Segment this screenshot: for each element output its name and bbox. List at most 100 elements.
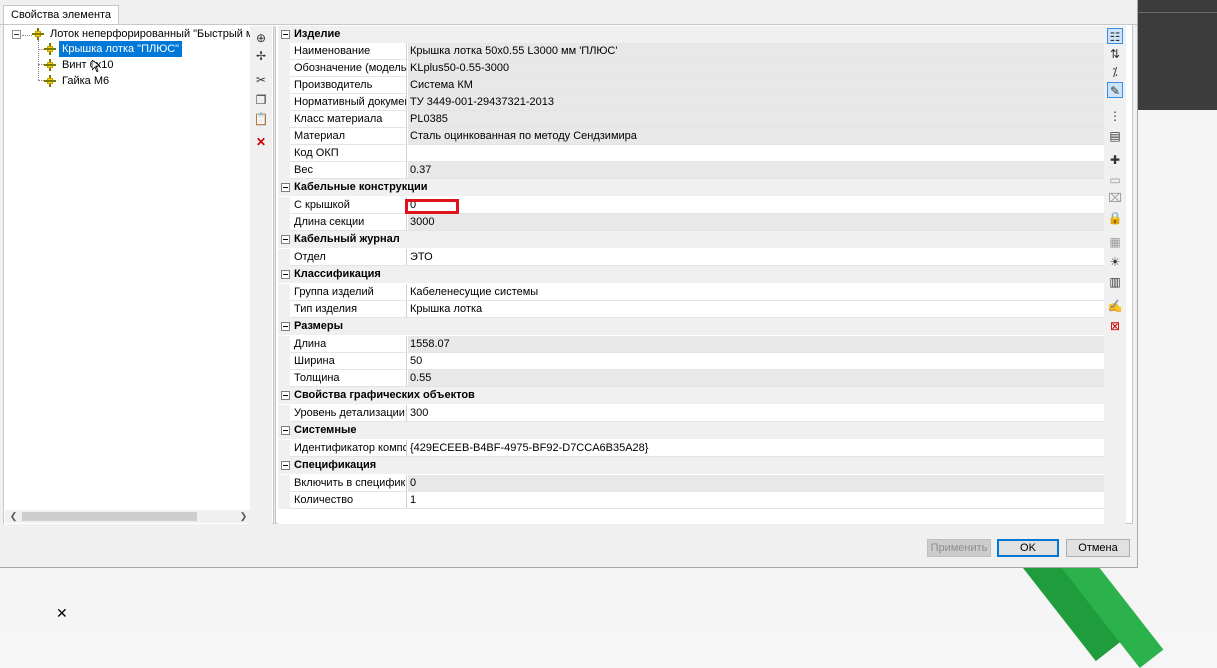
property-row[interactable]: Длина 1558.07 xyxy=(278,336,1106,353)
property-value: 3000 xyxy=(408,214,1106,230)
property-row[interactable]: Ширина 50 xyxy=(278,353,1106,370)
delete-property-icon[interactable]: ⊠ xyxy=(1107,318,1123,334)
property-row[interactable]: Толщина 0.55 xyxy=(278,370,1106,387)
element-tree[interactable]: Лоток неперфорированный "Быстрый мон Кры… xyxy=(4,26,266,524)
tree-node-nut[interactable]: Гайка М6 xyxy=(44,73,112,89)
category-row[interactable]: Спецификация xyxy=(278,457,1104,474)
property-row[interactable]: Обозначение (модель) KLplus50-0.55-3000 xyxy=(278,60,1106,77)
delete-icon[interactable]: ✕ xyxy=(253,134,269,150)
property-value-input[interactable]: {429ECEEB-B4BF-4975-BF92-D7CCA6B35A28} xyxy=(408,440,1106,456)
cancel-button[interactable]: Отмена xyxy=(1066,539,1130,557)
remove-property-icon[interactable]: ⌧ xyxy=(1107,190,1123,206)
row-margin xyxy=(278,197,290,214)
category-row[interactable]: Системные xyxy=(278,422,1104,439)
property-value-input[interactable]: 0 xyxy=(408,197,1106,213)
property-value-input[interactable]: 1 xyxy=(408,492,1106,508)
collapse-icon[interactable] xyxy=(281,322,290,331)
property-row[interactable]: Включить в специфика...0 xyxy=(278,475,1106,492)
property-row[interactable]: Группа изделий Кабеленесущие системы xyxy=(278,284,1106,301)
property-row[interactable]: Количество 1 xyxy=(278,492,1106,509)
table-icon[interactable]: ▥ xyxy=(1107,274,1123,290)
tree-node-label: Лоток неперфорированный "Быстрый мон xyxy=(50,28,266,40)
category-row[interactable]: Классификация xyxy=(278,266,1104,283)
collapse-icon[interactable] xyxy=(281,426,290,435)
filter-properties-icon[interactable]: ⋮ xyxy=(1107,108,1123,124)
property-name: Идентификатор компон... xyxy=(291,440,407,456)
categorized-view-icon[interactable]: ☷ xyxy=(1107,28,1123,44)
ok-button[interactable]: OK xyxy=(997,539,1059,557)
collapse-icon[interactable] xyxy=(281,270,290,279)
row-margin xyxy=(278,43,290,60)
property-row[interactable]: Код ОКП xyxy=(278,145,1106,162)
property-row[interactable]: Тип изделия Крышка лотка xyxy=(278,301,1106,318)
property-row[interactable]: Производитель Система КМ xyxy=(278,77,1106,94)
tree-horizontal-scrollbar[interactable]: ❮ ❯ xyxy=(5,510,250,523)
insert-element-icon[interactable]: ✢ xyxy=(253,48,269,64)
properties-dialog: Свойства элемента Лоток неперфорированны… xyxy=(0,0,1138,568)
property-row[interactable]: Вес 0.37 xyxy=(278,162,1106,179)
edit-properties-icon[interactable]: ✎ xyxy=(1107,82,1123,98)
tree-node-screw[interactable]: Винт 6х10 xyxy=(44,57,117,73)
collapse-icon[interactable] xyxy=(281,30,290,39)
stack-icon[interactable]: ▦ xyxy=(1107,234,1123,250)
formula-icon[interactable]: ⁒ xyxy=(1107,64,1123,80)
tree-node-cover[interactable]: Крышка лотка "ПЛЮС" xyxy=(44,41,183,57)
edit-note-icon[interactable]: ✍ xyxy=(1107,298,1123,314)
property-value-input[interactable]: Крышка лотка xyxy=(408,301,1106,317)
category-row[interactable]: Кабельные конструкции xyxy=(278,179,1104,196)
copy-icon[interactable]: ❐ xyxy=(253,92,269,108)
property-folder-icon[interactable]: ▭ xyxy=(1107,172,1123,188)
category-label: Изделие xyxy=(294,28,341,40)
lock-icon[interactable]: 🔒 xyxy=(1107,210,1123,226)
paste-icon[interactable]: 📋 xyxy=(253,111,269,127)
property-list-icon[interactable]: ▤ xyxy=(1107,128,1123,144)
property-value-input[interactable] xyxy=(408,145,1106,161)
sort-alphabetical-icon[interactable]: ⇅ xyxy=(1107,46,1123,62)
property-row[interactable]: Длина секции 3000 xyxy=(278,214,1106,231)
collapse-icon[interactable] xyxy=(281,235,290,244)
category-row[interactable]: Размеры xyxy=(278,318,1104,335)
property-value-input[interactable]: 50 xyxy=(408,353,1106,369)
apply-button[interactable]: Применить xyxy=(927,539,991,557)
row-margin xyxy=(278,405,290,422)
property-row[interactable]: Материал Сталь оцинкованная по методу Сен… xyxy=(278,128,1106,145)
property-value-input[interactable]: 300 xyxy=(408,405,1106,421)
scrollbar-thumb[interactable] xyxy=(22,512,197,521)
cut-icon[interactable]: ✂ xyxy=(253,72,269,88)
property-row[interactable]: С крышкой 0 xyxy=(278,197,1106,214)
tab-element-properties[interactable]: Свойства элемента xyxy=(3,5,120,24)
property-row[interactable]: Класс материала PL0385 xyxy=(278,111,1106,128)
tree-node-label: Крышка лотка "ПЛЮС" xyxy=(59,41,183,57)
category-label: Спецификация xyxy=(294,459,377,471)
highlight-icon[interactable]: ☀ xyxy=(1107,254,1123,270)
component-icon xyxy=(44,75,56,88)
add-property-icon[interactable]: ✚ xyxy=(1107,152,1123,168)
property-grid[interactable]: Изделие Наименование Крышка лотка 50x0.55… xyxy=(278,26,1106,524)
category-row[interactable]: Изделие xyxy=(278,26,1104,43)
tree-node-root[interactable]: Лоток неперфорированный "Быстрый мон xyxy=(32,26,269,42)
collapse-icon[interactable] xyxy=(281,183,290,192)
row-margin xyxy=(278,492,290,509)
pane-splitter[interactable] xyxy=(273,26,276,524)
property-row[interactable]: Наименование Крышка лотка 50x0.55 L3000 м… xyxy=(278,43,1106,60)
scroll-right-icon[interactable]: ❯ xyxy=(237,510,250,523)
property-value-input[interactable]: Кабеленесущие системы xyxy=(408,284,1106,300)
add-element-icon[interactable]: ⊕ xyxy=(253,30,269,46)
component-icon xyxy=(32,28,44,41)
property-row[interactable]: Нормативный документ ТУ 3449-001-29437321… xyxy=(278,94,1106,111)
property-row[interactable]: Отдел ЭТО xyxy=(278,249,1106,266)
row-margin xyxy=(278,336,290,353)
category-row[interactable]: Свойства графических объектов xyxy=(278,387,1104,404)
cad-dark-line xyxy=(1138,12,1217,13)
property-value: KLplus50-0.55-3000 xyxy=(408,60,1106,76)
collapse-icon[interactable] xyxy=(281,391,290,400)
tree-collapse-icon[interactable] xyxy=(12,30,21,39)
property-row[interactable]: Уровень детализации 300 xyxy=(278,405,1106,422)
property-row[interactable]: Идентификатор компон...{429ECEEB-B4BF-49… xyxy=(278,440,1106,457)
property-value-input[interactable]: ЭТО xyxy=(408,249,1106,265)
row-margin xyxy=(278,214,290,231)
scroll-left-icon[interactable]: ❮ xyxy=(7,510,20,523)
category-row[interactable]: Кабельный журнал xyxy=(278,231,1104,248)
property-name: Материал xyxy=(291,128,407,144)
collapse-icon[interactable] xyxy=(281,461,290,470)
